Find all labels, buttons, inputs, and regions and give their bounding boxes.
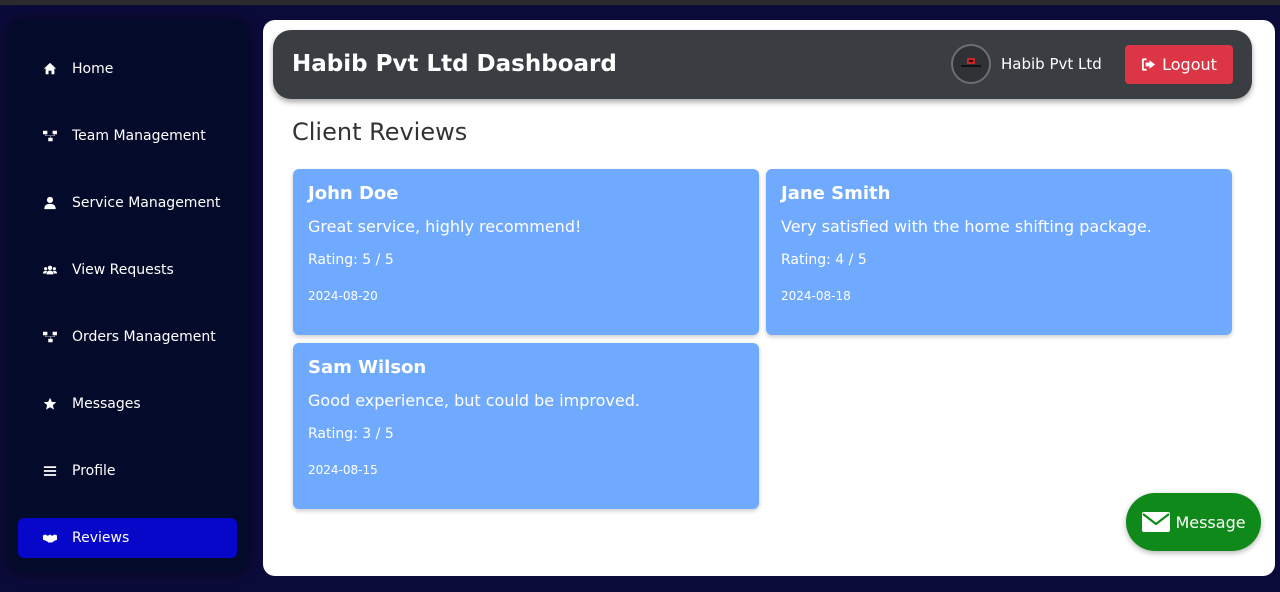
sidebar-item-orders-management[interactable]: Orders Management <box>18 317 237 357</box>
review-card: Jane Smith Very satisfied with the home … <box>766 169 1232 335</box>
review-comment: Very satisfied with the home shifting pa… <box>781 217 1152 236</box>
main-panel: Habib Pvt Ltd Dashboard Habib Pvt Ltd Lo… <box>263 20 1275 576</box>
logout-button[interactable]: Logout <box>1125 45 1233 84</box>
sidebar-item-home[interactable]: Home <box>18 49 237 89</box>
sidebar: Home Team Management Service Management … <box>8 20 249 573</box>
review-comment: Great service, highly recommend! <box>308 217 582 236</box>
review-rating: Rating: 3 / 5 <box>308 426 394 442</box>
reviewer-name: Sam Wilson <box>308 357 427 378</box>
top-strip <box>0 0 1280 5</box>
user-icon <box>43 196 57 210</box>
review-date: 2024-08-15 <box>308 463 378 477</box>
sidebar-item-label: Orders Management <box>72 329 216 345</box>
page-title: Habib Pvt Ltd Dashboard <box>292 51 617 77</box>
sidebar-item-view-requests[interactable]: View Requests <box>18 250 237 290</box>
star-icon <box>43 397 57 411</box>
dashboard-header: Habib Pvt Ltd Dashboard Habib Pvt Ltd Lo… <box>273 30 1252 99</box>
sidebar-item-label: View Requests <box>72 262 174 278</box>
review-rating: Rating: 4 / 5 <box>781 252 867 268</box>
message-label: Message <box>1175 512 1246 532</box>
sitemap-icon <box>43 330 57 344</box>
envelope-icon <box>1142 512 1171 532</box>
handshake-icon <box>43 531 57 545</box>
sidebar-item-label: Reviews <box>72 530 130 546</box>
company-logo-icon <box>961 58 981 67</box>
sidebar-item-label: Team Management <box>72 128 206 144</box>
sidebar-item-label: Home <box>72 61 114 77</box>
bars-icon <box>43 464 57 478</box>
sidebar-item-label: Messages <box>72 396 141 412</box>
sidebar-item-label: Service Management <box>72 195 221 211</box>
message-button[interactable]: Message <box>1126 493 1261 551</box>
users-icon <box>43 263 57 277</box>
sidebar-item-messages[interactable]: Messages <box>18 384 237 424</box>
sign-out-icon <box>1142 58 1156 71</box>
sidebar-item-label: Profile <box>72 463 116 479</box>
avatar[interactable] <box>951 44 991 84</box>
section-title: Client Reviews <box>292 118 468 146</box>
review-rating: Rating: 5 / 5 <box>308 252 394 268</box>
home-icon <box>43 62 57 76</box>
reviewer-name: John Doe <box>308 183 399 204</box>
logout-label: Logout <box>1162 55 1217 74</box>
sidebar-item-reviews[interactable]: Reviews <box>18 518 237 558</box>
company-name: Habib Pvt Ltd <box>1001 55 1102 73</box>
review-card: Sam Wilson Good experience, but could be… <box>293 343 759 509</box>
sidebar-item-profile[interactable]: Profile <box>18 451 237 491</box>
reviewer-name: Jane Smith <box>781 183 891 204</box>
review-date: 2024-08-18 <box>781 289 851 303</box>
sitemap-icon <box>43 129 57 143</box>
review-date: 2024-08-20 <box>308 289 378 303</box>
sidebar-item-team-management[interactable]: Team Management <box>18 116 237 156</box>
review-card: John Doe Great service, highly recommend… <box>293 169 759 335</box>
review-comment: Good experience, but could be improved. <box>308 391 640 410</box>
sidebar-item-service-management[interactable]: Service Management <box>18 183 237 223</box>
